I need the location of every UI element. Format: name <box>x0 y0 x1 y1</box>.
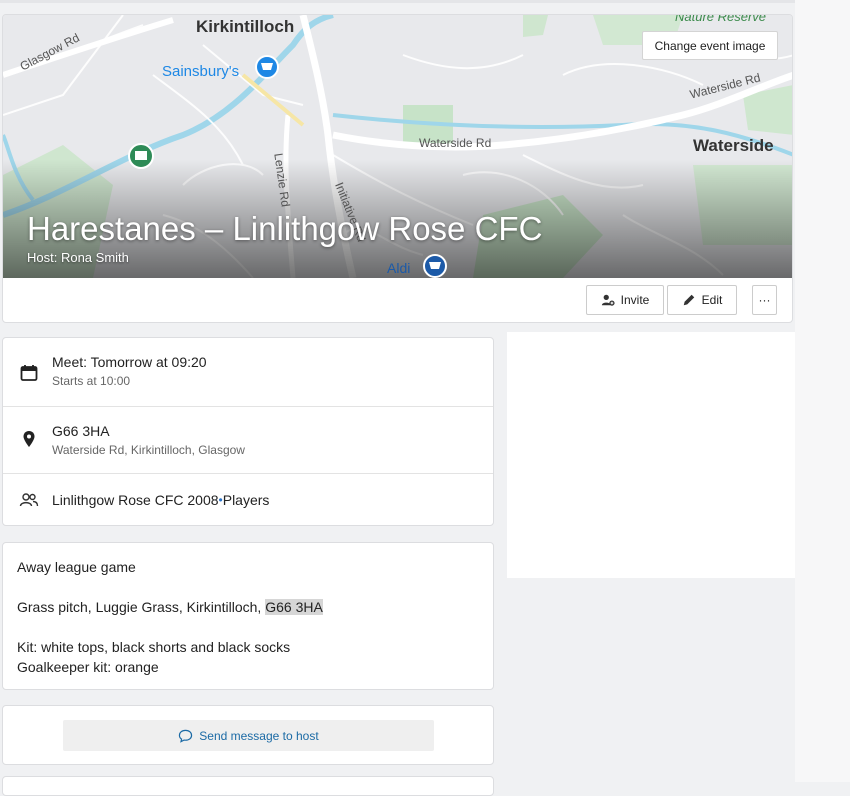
more-options-button[interactable]: ··· <box>752 285 777 315</box>
chat-bubble-icon <box>179 729 193 743</box>
add-person-icon <box>601 294 615 306</box>
team-group: Players <box>222 492 270 508</box>
description-line: Away league game <box>17 559 136 575</box>
change-event-image-button[interactable]: Change event image <box>642 31 778 60</box>
pitch-text: Grass pitch, Luggie Grass, Kirkintilloch… <box>17 599 266 615</box>
edit-label: Edit <box>701 293 723 307</box>
map-label-road: Waterside Rd <box>419 136 492 150</box>
page-right-gutter <box>795 0 850 782</box>
invite-label: Invite <box>620 293 650 307</box>
location-row[interactable]: G66 3HA Waterside Rd, Kirkintilloch, Gla… <box>3 406 493 473</box>
event-header-card: Kirkintilloch Sainsbury's Glasgow Rd Wat… <box>2 14 793 323</box>
map-label-town: Kirkintilloch <box>196 17 295 36</box>
description-line: Grass pitch, Luggie Grass, Kirkintilloch… <box>17 599 323 615</box>
map-label-place: Waterside <box>693 136 774 155</box>
location-postcode: G66 3HA <box>52 423 110 439</box>
start-time: Starts at 10:00 <box>52 374 131 388</box>
highlighted-postcode: G66 3HA <box>265 599 323 615</box>
people-icon <box>19 493 39 507</box>
aldi-pin-icon <box>423 254 447 278</box>
event-title: Harestanes – Linlithgow Rose CFC <box>27 210 543 247</box>
invite-button[interactable]: Invite <box>586 285 664 315</box>
pencil-icon <box>683 294 694 306</box>
map-label-store: Sainsbury's <box>162 63 240 80</box>
park-pin-icon <box>128 143 154 169</box>
side-panel <box>507 332 795 578</box>
calendar-icon <box>20 365 38 381</box>
edit-button[interactable]: Edit <box>667 285 737 315</box>
meet-time-row: Meet: Tomorrow at 09:20 Starts at 10:00 <box>3 338 493 406</box>
send-message-button[interactable]: Send message to host <box>63 720 434 751</box>
team-info: Linlithgow Rose CFC 2008•Players <box>52 492 269 508</box>
location-address: Waterside Rd, Kirkintilloch, Glasgow <box>52 443 245 457</box>
location-pin-icon <box>23 431 35 447</box>
send-message-label: Send message to host <box>199 728 319 743</box>
description-line: Goalkeeper kit: orange <box>17 659 159 675</box>
event-description-card: Away league game Grass pitch, Luggie Gra… <box>2 542 494 690</box>
event-details-card: Meet: Tomorrow at 09:20 Starts at 10:00 … <box>2 337 494 526</box>
event-host: Host: Rona Smith <box>27 250 129 265</box>
message-host-card: Send message to host <box>2 705 494 765</box>
next-card <box>2 776 494 796</box>
top-strip <box>0 0 850 3</box>
map-label-reserve: Nature Reserve <box>675 15 767 24</box>
map-label-store: Aldi <box>387 260 411 276</box>
team-name: Linlithgow Rose CFC 2008 <box>52 492 219 508</box>
team-row: Linlithgow Rose CFC 2008•Players <box>3 473 493 525</box>
meet-time: Meet: Tomorrow at 09:20 <box>52 354 207 370</box>
sainsburys-pin-icon <box>255 55 279 79</box>
event-map-image: Kirkintilloch Sainsbury's Glasgow Rd Wat… <box>3 15 792 278</box>
description-line: Kit: white tops, black shorts and black … <box>17 639 291 655</box>
